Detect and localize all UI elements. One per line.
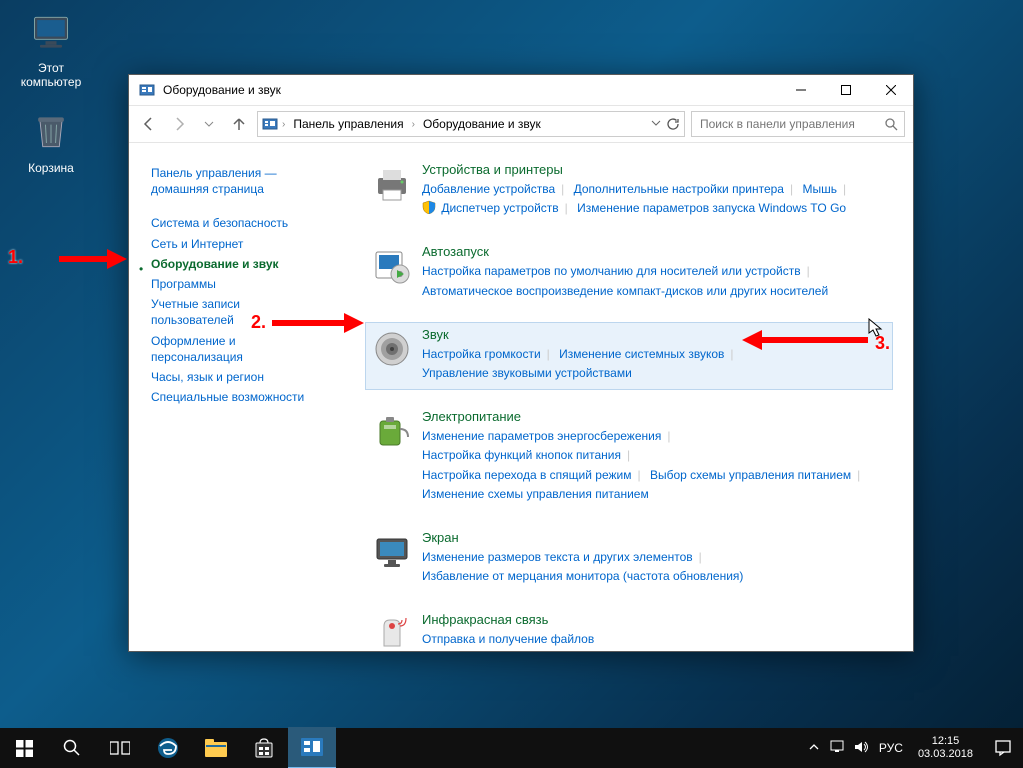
link-autoplay-defaults[interactable]: Настройка параметров по умолчанию для но… — [422, 264, 801, 278]
recent-button[interactable] — [197, 112, 221, 136]
link-volume[interactable]: Настройка громкости — [422, 347, 541, 361]
sidebar-item-network[interactable]: Сеть и Интернет — [151, 236, 351, 252]
taskbar-app-control-panel[interactable] — [288, 727, 336, 768]
search-button[interactable] — [48, 728, 96, 768]
taskbar-app-explorer[interactable] — [192, 728, 240, 768]
tray-network-icon[interactable] — [826, 740, 850, 757]
link-system-sounds[interactable]: Изменение системных звуков — [559, 347, 724, 361]
breadcrumb-item[interactable]: Оборудование и звук — [419, 115, 545, 133]
link-device-manager[interactable]: Диспетчер устройств — [441, 201, 558, 215]
category-autoplay: Автозапуск Настройка параметров по умолч… — [365, 239, 893, 307]
sidebar-item-ease[interactable]: Специальные возможности — [151, 389, 351, 405]
link-printer-settings[interactable]: Дополнительные настройки принтера — [574, 182, 784, 196]
search-input[interactable] — [698, 116, 884, 132]
sidebar-item-system[interactable]: Система и безопасность — [151, 215, 351, 231]
control-panel-window: Оборудование и звук › Панель управления … — [128, 74, 914, 652]
link-autoplay-cd[interactable]: Автоматическое воспроизведение компакт-д… — [422, 284, 828, 298]
search-box[interactable] — [691, 111, 905, 137]
titlebar[interactable]: Оборудование и звук — [129, 75, 913, 105]
link-win-to-go[interactable]: Изменение параметров запуска Windows TO … — [577, 201, 846, 215]
monitor-icon — [372, 532, 412, 572]
sidebar: Панель управления —домашняя страница Сис… — [129, 143, 351, 651]
maximize-button[interactable] — [823, 75, 868, 105]
search-icon[interactable] — [884, 117, 898, 131]
tray-volume-icon[interactable] — [850, 740, 874, 757]
taskbar-app-store[interactable] — [240, 728, 288, 768]
computer-icon — [29, 10, 73, 54]
task-view-button[interactable] — [96, 728, 144, 768]
recycle-bin-icon — [29, 110, 73, 154]
nav-bar: › Панель управления › Оборудование и зву… — [129, 105, 913, 143]
link-send-receive[interactable]: Отправка и получение файлов — [422, 632, 594, 646]
sidebar-item-home[interactable]: Панель управления —домашняя страница — [151, 165, 351, 197]
address-bar[interactable]: › Панель управления › Оборудование и зву… — [257, 111, 685, 137]
sidebar-item-programs[interactable]: Программы — [151, 276, 351, 292]
tray-language[interactable]: РУС — [874, 741, 908, 755]
control-panel-icon — [139, 82, 155, 98]
category-title[interactable]: Экран — [422, 530, 886, 545]
taskbar-app-edge[interactable] — [144, 728, 192, 768]
category-title[interactable]: Звук — [422, 327, 886, 342]
link-text-size[interactable]: Изменение размеров текста и других элеме… — [422, 550, 693, 564]
speaker-icon — [372, 329, 412, 369]
category-infrared: Инфракрасная связь Отправка и получение … — [365, 607, 893, 651]
tray-chevron-up-icon[interactable] — [802, 742, 826, 755]
forward-button[interactable] — [167, 112, 191, 136]
category-power: Электропитание Изменение параметров энер… — [365, 404, 893, 511]
chevron-right-icon: › — [412, 119, 415, 130]
link-refresh-rate[interactable]: Избавление от мерцания монитора (частота… — [422, 569, 743, 583]
category-title[interactable]: Инфракрасная связь — [422, 612, 886, 627]
desktop-icon-label: Корзина — [14, 161, 88, 175]
chevron-down-icon[interactable] — [650, 117, 662, 129]
link-power-plan[interactable]: Выбор схемы управления питанием — [650, 468, 851, 482]
link-add-device[interactable]: Добавление устройства — [422, 182, 555, 196]
infrared-icon — [372, 614, 412, 651]
link-edit-plan[interactable]: Изменение схемы управления питанием — [422, 487, 649, 501]
sidebar-item-accounts[interactable]: Учетные записипользователей — [151, 296, 351, 328]
sidebar-item-appearance[interactable]: Оформление иперсонализация — [151, 333, 351, 365]
close-button[interactable] — [868, 75, 913, 105]
link-power-save[interactable]: Изменение параметров энергосбережения — [422, 429, 661, 443]
category-title[interactable]: Автозапуск — [422, 244, 886, 259]
control-panel-icon — [262, 116, 278, 132]
system-tray: РУС 12:1503.03.2018 — [802, 728, 1023, 768]
link-power-buttons[interactable]: Настройка функций кнопок питания — [422, 448, 621, 462]
taskbar[interactable]: РУС 12:1503.03.2018 — [0, 728, 1023, 768]
refresh-icon[interactable] — [666, 117, 680, 131]
link-mouse[interactable]: Мышь — [802, 182, 837, 196]
sidebar-item-hardware[interactable]: Оборудование и звук — [151, 256, 351, 272]
desktop-icon-label: Этот компьютер — [14, 61, 88, 89]
autoplay-icon — [372, 246, 412, 286]
breadcrumb-item[interactable]: Панель управления — [289, 115, 407, 133]
category-title[interactable]: Устройства и принтеры — [422, 162, 886, 177]
back-button[interactable] — [137, 112, 161, 136]
battery-icon — [372, 411, 412, 451]
window-title: Оборудование и звук — [163, 83, 778, 97]
category-display: Экран Изменение размеров текста и других… — [365, 525, 893, 593]
annotation-label-1: 1. — [8, 247, 23, 268]
category-title[interactable]: Электропитание — [422, 409, 886, 424]
minimize-button[interactable] — [778, 75, 823, 105]
content-pane: Устройства и принтеры Добавление устройс… — [351, 143, 913, 651]
annotation-arrow-1 — [57, 247, 129, 271]
up-button[interactable] — [227, 112, 251, 136]
shield-icon — [422, 200, 436, 214]
tray-clock[interactable]: 12:1503.03.2018 — [908, 735, 983, 761]
category-sound: Звук Настройка громкости| Изменение сист… — [365, 322, 893, 390]
chevron-right-icon: › — [282, 119, 285, 130]
desktop-icon-recycle-bin[interactable]: Корзина — [14, 110, 88, 175]
category-devices: Устройства и принтеры Добавление устройс… — [365, 157, 893, 225]
start-button[interactable] — [0, 728, 48, 768]
printer-icon — [372, 164, 412, 204]
tray-notifications-icon[interactable] — [983, 728, 1023, 768]
link-manage-audio[interactable]: Управление звуковыми устройствами — [422, 366, 632, 380]
desktop-icon-this-pc[interactable]: Этот компьютер — [14, 10, 88, 89]
sidebar-item-clock[interactable]: Часы, язык и регион — [151, 369, 351, 385]
link-sleep[interactable]: Настройка перехода в спящий режим — [422, 468, 631, 482]
